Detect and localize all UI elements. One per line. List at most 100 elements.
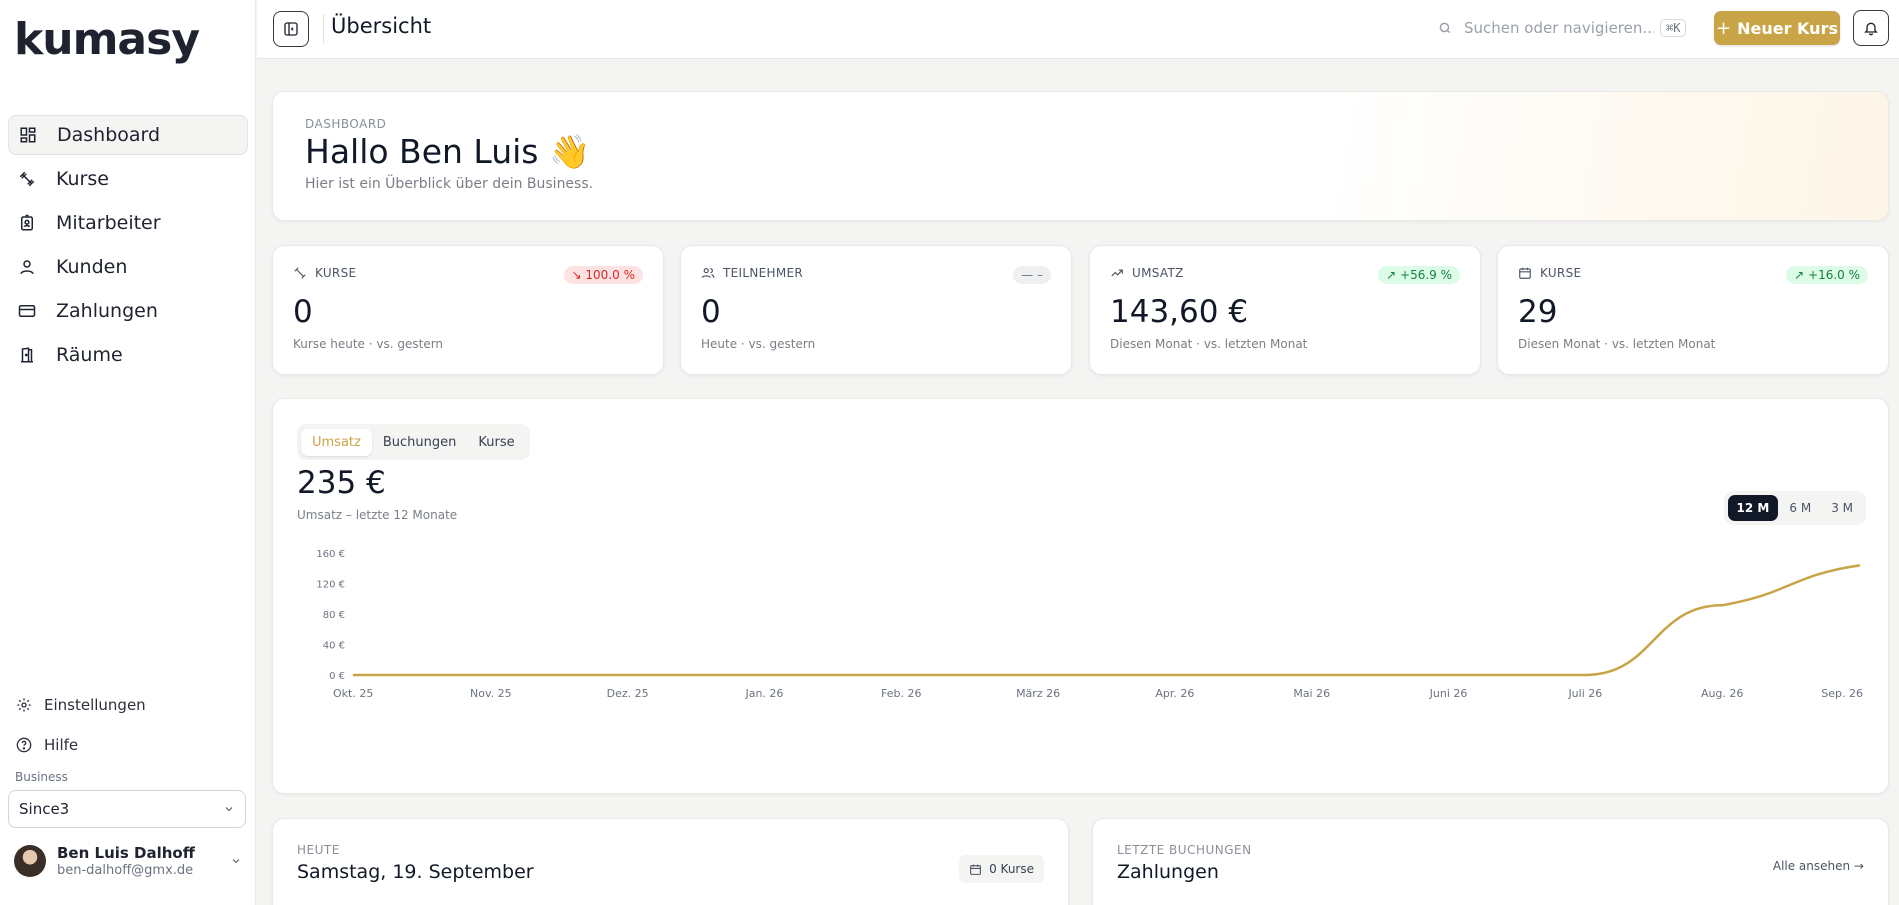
user-email: ben-dalhoff@gmx.de xyxy=(57,863,194,878)
x-tick-label: Feb. 26 xyxy=(881,687,921,700)
stat-label: KURSE xyxy=(315,266,357,280)
sidebar-toggle-button[interactable] xyxy=(273,11,309,47)
search-shortcut: ⌘K xyxy=(1660,19,1687,37)
today-eyebrow: HEUTE xyxy=(297,843,340,857)
chart-range-toggle: 12 M 6 M 3 M xyxy=(1723,491,1866,525)
today-title: Samstag, 19. September xyxy=(297,861,534,883)
business-label: Business xyxy=(15,770,68,784)
door-icon xyxy=(18,346,36,364)
badge-icon xyxy=(18,214,36,232)
sidebar: kumasy Dashboard Kurse Mitarbeiter Kunde… xyxy=(0,0,256,905)
stat-card-umsatz: UMSATZ ↗ +56.9 % 143,60 € Diesen Monat ·… xyxy=(1089,245,1481,375)
user-icon xyxy=(18,258,36,276)
page-title: Übersicht xyxy=(331,14,432,38)
user-name: Ben Luis Dalhoff xyxy=(57,844,195,862)
stat-caption: Kurse heute · vs. gestern xyxy=(293,337,444,351)
trend-badge: — – xyxy=(1013,266,1051,284)
welcome-eyebrow: DASHBOARD xyxy=(305,117,387,131)
stat-header: UMSATZ xyxy=(1110,266,1184,280)
stat-value: 143,60 € xyxy=(1110,294,1249,330)
stat-card-kurse-monat: KURSE ↗ +16.0 % 29 Diesen Monat · vs. le… xyxy=(1497,245,1889,375)
revenue-series-line xyxy=(352,564,1861,677)
avatar xyxy=(14,845,46,877)
x-tick-label: Jan. 26 xyxy=(744,687,783,700)
search-icon xyxy=(1439,22,1451,34)
brand-logo[interactable]: kumasy xyxy=(14,14,200,65)
help-icon xyxy=(16,737,32,753)
stat-label: TEILNEHMER xyxy=(723,266,803,280)
settings-link[interactable]: Einstellungen xyxy=(8,688,248,722)
dumbbell-icon xyxy=(18,170,36,188)
stat-header: TEILNEHMER xyxy=(701,266,803,280)
x-tick-label: Juli 26 xyxy=(1567,687,1602,700)
bookings-title: Zahlungen xyxy=(1117,861,1219,883)
x-tick-label: Aug. 26 xyxy=(1701,687,1743,700)
sidebar-item-dashboard[interactable]: Dashboard xyxy=(8,115,248,155)
business-select[interactable]: Since3 xyxy=(8,790,246,828)
tab-buchungen[interactable]: Buchungen xyxy=(372,429,468,456)
credit-card-icon xyxy=(18,302,36,320)
bell-icon xyxy=(1864,22,1878,36)
x-tick-label: Juni 26 xyxy=(1429,687,1468,700)
business-value: Since3 xyxy=(19,800,70,818)
sidebar-item-zahlungen[interactable]: Zahlungen xyxy=(8,291,248,331)
users-icon xyxy=(701,268,715,278)
dashboard-icon xyxy=(19,126,37,144)
dumbbell-icon xyxy=(294,267,306,279)
revenue-chart-card: Umsatz Buchungen Kurse 235 € Umsatz – le… xyxy=(272,398,1889,794)
range-12m[interactable]: 12 M xyxy=(1727,495,1779,521)
sidebar-item-kurse[interactable]: Kurse xyxy=(8,159,248,199)
new-course-button[interactable]: + Neuer Kurs xyxy=(1714,11,1840,45)
sidebar-footer: Einstellungen Hilfe Business Since3 Ben … xyxy=(8,688,248,878)
stat-caption: Diesen Monat · vs. letzten Monat xyxy=(1110,337,1308,351)
stat-card-teilnehmer: TEILNEHMER — – 0 Heute · vs. gestern xyxy=(680,245,1072,375)
trending-up-icon xyxy=(1111,269,1123,277)
notifications-button[interactable] xyxy=(1853,10,1889,46)
help-link[interactable]: Hilfe xyxy=(8,728,248,762)
y-tick-label: 0 € xyxy=(329,671,345,682)
x-tick-label: Okt. 25 xyxy=(333,687,373,700)
stat-label: UMSATZ xyxy=(1132,266,1184,280)
new-course-label: Neuer Kurs xyxy=(1737,18,1838,38)
x-tick-label: Sep. 26 xyxy=(1821,687,1863,700)
y-tick-label: 120 € xyxy=(316,580,345,591)
stat-value: 0 xyxy=(701,294,721,330)
gear-icon xyxy=(16,697,32,713)
search-input[interactable] xyxy=(1464,19,1654,37)
x-tick-label: Nov. 25 xyxy=(470,687,512,700)
user-menu[interactable]: Ben Luis Dalhoff ben-dalhoff@gmx.de xyxy=(8,844,248,878)
y-tick-label: 80 € xyxy=(323,610,345,621)
sidebar-item-label: Mitarbeiter xyxy=(56,212,161,234)
sidebar-item-label: Zahlungen xyxy=(56,300,158,322)
plus-icon: + xyxy=(1716,17,1732,39)
sidebar-item-label: Räume xyxy=(56,344,123,366)
chevron-down-icon xyxy=(232,859,240,864)
stat-card-kurse-heute: KURSE ↘ 100.0 % 0 Kurse heute · vs. gest… xyxy=(272,245,664,375)
range-6m[interactable]: 6 M xyxy=(1780,495,1820,521)
sidebar-item-kunden[interactable]: Kunden xyxy=(8,247,248,287)
settings-label: Einstellungen xyxy=(44,696,146,714)
sidebar-item-raeume[interactable]: Räume xyxy=(8,335,248,375)
sidebar-item-label: Kunden xyxy=(56,256,128,278)
chart-metric-tabs: Umsatz Buchungen Kurse xyxy=(297,424,530,460)
range-3m[interactable]: 3 M xyxy=(1822,495,1862,521)
view-all-link[interactable]: Alle ansehen → xyxy=(1773,859,1864,873)
stat-value: 29 xyxy=(1518,294,1558,330)
today-card: HEUTE Samstag, 19. September 0 Kurse xyxy=(272,818,1069,905)
x-tick-label: Apr. 26 xyxy=(1155,687,1194,700)
bookings-card: LETZTE BUCHUNGEN Zahlungen Alle ansehen … xyxy=(1092,818,1889,905)
x-tick-label: Mai 26 xyxy=(1293,687,1330,700)
sidebar-item-mitarbeiter[interactable]: Mitarbeiter xyxy=(8,203,248,243)
stat-label: KURSE xyxy=(1540,266,1582,280)
stat-header: KURSE xyxy=(1518,266,1581,280)
stat-value: 0 xyxy=(293,294,313,330)
chart-subtitle: Umsatz – letzte 12 Monate xyxy=(297,508,458,522)
tab-kurse[interactable]: Kurse xyxy=(467,429,525,456)
topbar: Übersicht ⌘K + Neuer Kurs xyxy=(257,0,1899,59)
x-tick-label: Dez. 25 xyxy=(607,687,649,700)
welcome-greeting: Hallo Ben Luis 👋 xyxy=(305,132,591,171)
trend-badge: ↗ +16.0 % xyxy=(1786,266,1868,284)
stat-caption: Heute · vs. gestern xyxy=(701,337,816,351)
tab-umsatz[interactable]: Umsatz xyxy=(301,428,372,456)
x-tick-label: März 26 xyxy=(1016,687,1060,700)
